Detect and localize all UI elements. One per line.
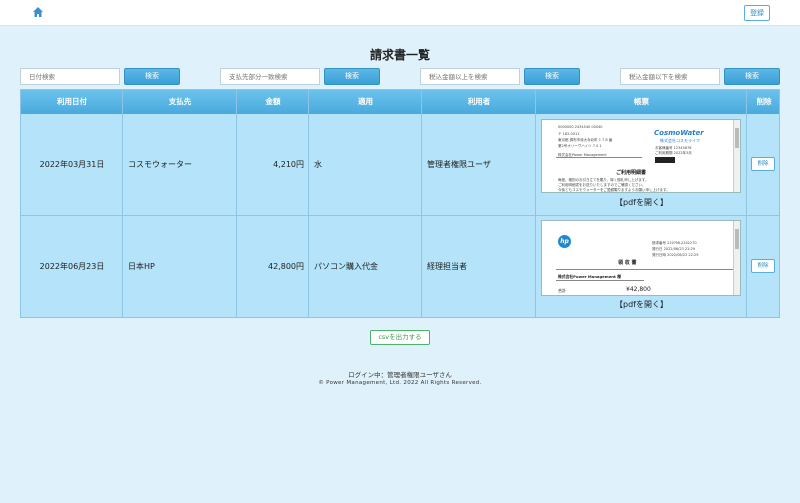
invoice-table: 利用日付 支払先 金額 適用 利用者 帳票 削除 2022年03月31日 コスモ…	[20, 89, 780, 318]
amount-min-search-button[interactable]: 検索	[524, 68, 580, 85]
thumbnail-scrollbar[interactable]	[733, 221, 740, 295]
thumbnail-scrollbar[interactable]	[733, 120, 740, 192]
amount-max-search-button[interactable]: 検索	[724, 68, 780, 85]
row-amount: 4,210円	[273, 160, 304, 169]
header-date[interactable]: 利用日付	[21, 90, 123, 114]
invoice-heading: ご利用明細書	[616, 170, 647, 176]
header-document: 帳票	[634, 97, 649, 106]
delete-button[interactable]: 削除	[751, 259, 775, 273]
header-amount[interactable]: 金額	[237, 90, 309, 114]
date-search-button[interactable]: 検索	[124, 68, 180, 85]
home-icon[interactable]	[32, 6, 44, 18]
copyright: © Power Management, Ltd. 2022 All Rights…	[318, 380, 482, 386]
amount-min-search-input[interactable]	[420, 68, 520, 85]
receipt-total-label: 合計	[558, 288, 566, 293]
row-amount: 42,800円	[268, 262, 304, 271]
row-user: 経理担当者	[427, 262, 467, 271]
payee-search-input[interactable]	[220, 68, 320, 85]
register-button[interactable]: 登録	[744, 5, 770, 21]
header-payee[interactable]: 支払先	[123, 90, 237, 114]
invoice-thumbnail[interactable]: 0000000 2434540 00040 〒 182-0011 東京都 調布市…	[541, 119, 741, 193]
row-description: 水	[314, 160, 322, 169]
header-user[interactable]: 利用者	[422, 90, 536, 114]
open-pdf-link[interactable]: 【pdfを開く】	[536, 197, 747, 208]
top-bar: 登録	[0, 0, 800, 26]
hp-logo: hp	[558, 235, 571, 248]
header-delete: 削除	[756, 97, 772, 106]
receipt-total-value: ¥42,800	[626, 286, 651, 293]
row-payee: 日本HP	[128, 262, 155, 271]
export-csv-button[interactable]: csvを出力する	[370, 330, 430, 345]
row-date: 2022年06月23日	[39, 262, 105, 271]
header-description[interactable]: 適用	[309, 90, 422, 114]
open-pdf-link[interactable]: 【pdfを開く】	[536, 299, 747, 310]
row-user: 管理者権限ユーザ	[427, 160, 491, 169]
row-date: 2022年03月31日	[39, 160, 105, 169]
row-payee: コスモウォーター	[128, 160, 192, 169]
payee-search-button[interactable]: 検索	[324, 68, 380, 85]
amount-max-search-input[interactable]	[620, 68, 720, 85]
invoice-thumbnail[interactable]: hp 請求番号 2207ML2242270 発行日 2022/06/23 21:…	[541, 220, 741, 296]
login-status: ログイン中：管理者権限ユーザさん	[348, 371, 452, 379]
receipt-heading: 領 収 書	[618, 260, 637, 266]
delete-button[interactable]: 削除	[751, 157, 775, 171]
brand-logo: CosmoWater	[654, 129, 704, 137]
row-description: パソコン購入代金	[314, 262, 378, 271]
date-search-input[interactable]	[20, 68, 120, 85]
page-title: 請求書一覧	[369, 48, 430, 62]
brand-subtitle: 株式会社コスモライフ	[660, 138, 700, 143]
